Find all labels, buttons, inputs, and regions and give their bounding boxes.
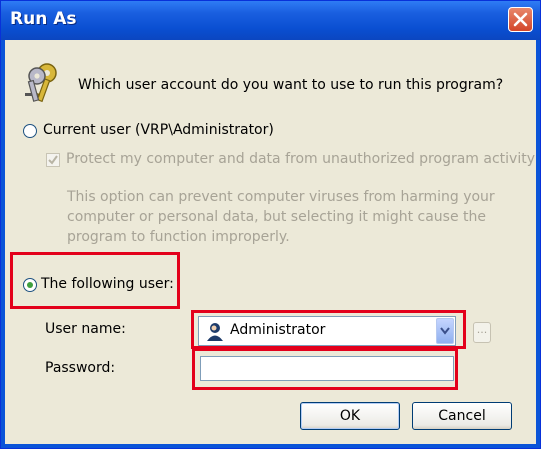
keys-icon [25, 63, 57, 103]
protect-checkbox[interactable] [46, 153, 60, 167]
current-user-label[interactable]: Current user (VRP\Administrator) [43, 122, 274, 138]
password-label: Password: [45, 360, 116, 376]
cancel-button[interactable]: Cancel [412, 402, 512, 430]
radio-selected-dot [27, 282, 33, 288]
run-as-dialog: Run As Which user account do you want to… [0, 0, 541, 449]
ok-button[interactable]: OK [300, 402, 400, 430]
protect-description: This option can prevent computer viruses… [67, 189, 495, 245]
window-title: Run As [10, 9, 77, 29]
user-name-combobox[interactable]: Administrator [198, 316, 456, 346]
following-user-radio[interactable] [23, 278, 37, 292]
checkmark-icon [48, 155, 58, 165]
browse-button[interactable]: ... [473, 322, 491, 343]
following-user-label[interactable]: The following user: [41, 276, 174, 292]
close-icon [513, 12, 528, 27]
current-user-radio[interactable] [23, 124, 37, 138]
dropdown-button[interactable] [436, 318, 454, 344]
user-name-label: User name: [45, 321, 126, 337]
chevron-down-icon [440, 327, 450, 335]
prompt-text: Which user account do you want to use to… [78, 77, 504, 93]
title-bar[interactable]: Run As [1, 1, 540, 40]
user-icon [207, 323, 223, 341]
protect-label: Protect my computer and data from unauth… [66, 151, 535, 167]
user-name-value: Administrator [230, 322, 326, 338]
password-field[interactable] [200, 356, 454, 381]
dialog-body: Which user account do you want to use to… [5, 40, 536, 444]
close-button[interactable] [508, 7, 533, 32]
